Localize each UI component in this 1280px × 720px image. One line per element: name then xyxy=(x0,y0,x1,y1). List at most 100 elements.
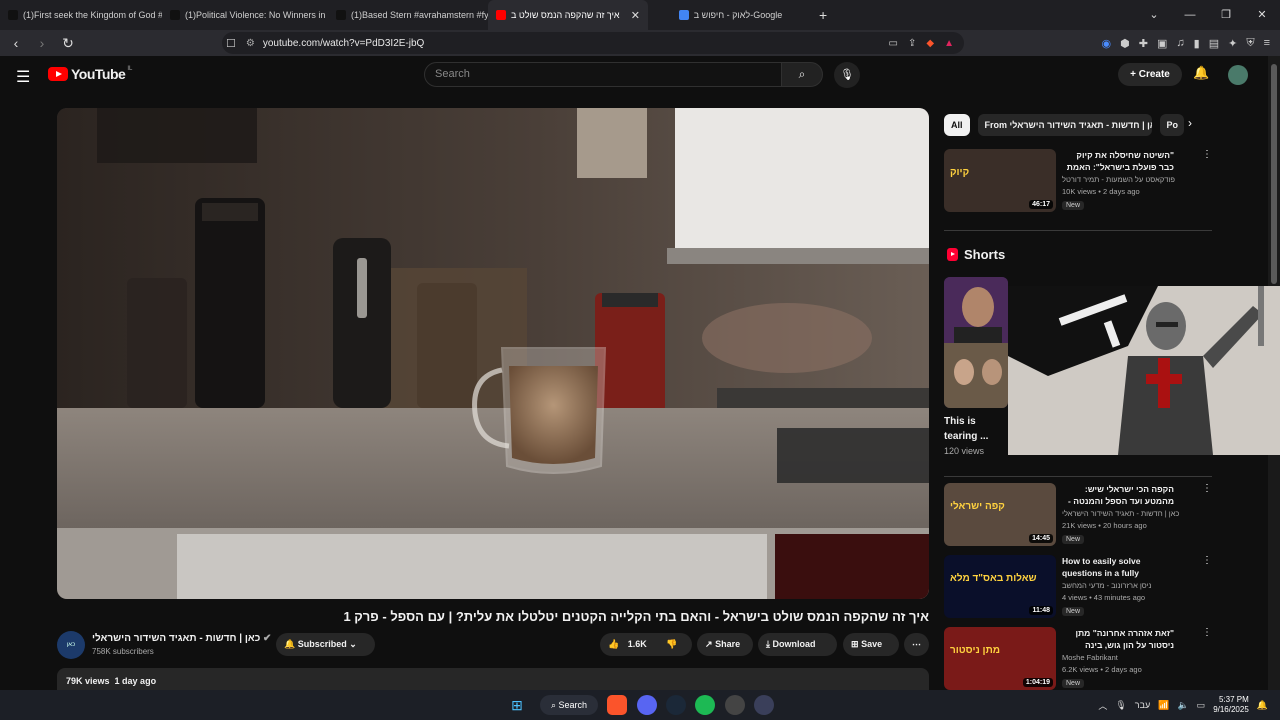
recommended-video[interactable]: שאלות באס"ד מלא 11:48 How to easily solve … xyxy=(944,555,1212,619)
reload-icon[interactable]: ↻ xyxy=(58,35,78,52)
url-text[interactable]: youtube.com/watch?v=PdD3I2E-jbQ xyxy=(263,38,424,49)
more-options-icon[interactable]: ⋮ xyxy=(1202,555,1212,566)
spotify-app-icon[interactable] xyxy=(695,695,715,715)
more-options-icon[interactable]: ⋮ xyxy=(1202,149,1212,160)
brave-app-icon[interactable] xyxy=(607,695,627,715)
thumbnail-text: קפה ישראלי xyxy=(950,501,1005,512)
notifications-bell-icon[interactable]: 🔔 xyxy=(1193,65,1209,81)
url-bar[interactable]: ☐ ⚙ youtube.com/watch?v=PdD3I2E-jbQ ▭ ⇪ … xyxy=(222,32,964,54)
short-title[interactable]: This is tearing ... xyxy=(944,414,1004,444)
youtube-logo[interactable]: YouTube IL xyxy=(48,66,132,82)
subscribed-button[interactable]: 🔔 Subscribed ⌄ xyxy=(276,633,375,656)
forward-icon[interactable]: › xyxy=(32,35,52,51)
cast-icon[interactable]: ▭ xyxy=(889,38,898,49)
channel-name[interactable]: כאן | חדשות - תאגיד השידור הישראלי ✔ xyxy=(92,633,271,644)
audio-icon[interactable]: ◉ xyxy=(1102,37,1112,50)
short-thumbnail[interactable] xyxy=(944,277,1008,408)
video-title[interactable]: "זאת אזהרה אחרונה" מתן ניסטור על הון גוש… xyxy=(1062,627,1174,651)
chevron-right-icon[interactable]: › xyxy=(1188,116,1192,130)
channel-name-text[interactable]: כאן | חדשות - תאגיד השידור הישראלי xyxy=(92,633,260,644)
notifications-icon[interactable]: 🔔 xyxy=(1257,700,1268,711)
guide-menu-icon[interactable]: ☰ xyxy=(16,67,30,87)
clock[interactable]: 5:37 PM 9/16/2025 xyxy=(1213,695,1249,715)
battery-icon[interactable]: ▭ xyxy=(1197,700,1206,711)
menu-icon[interactable]: ≡ xyxy=(1264,37,1270,49)
puzzle-icon[interactable]: ✚ xyxy=(1139,37,1148,50)
more-options-icon[interactable]: ⋮ xyxy=(1202,627,1212,638)
chip-all[interactable]: All xyxy=(944,114,970,136)
minimize-button[interactable]: — xyxy=(1172,0,1208,30)
tab-search-icon[interactable]: ⌄ xyxy=(1136,0,1172,30)
volume-icon[interactable]: 🔈 xyxy=(1177,700,1188,711)
taskbar-search[interactable]: ⌕ Search xyxy=(540,695,598,715)
sidebar-icon[interactable]: ▮ xyxy=(1194,37,1200,50)
scrollbar-thumb[interactable] xyxy=(1271,64,1277,284)
steam-app-icon[interactable] xyxy=(666,695,686,715)
account-avatar[interactable] xyxy=(1228,65,1248,85)
channel-avatar[interactable]: כאן xyxy=(57,631,85,659)
vpn-icon[interactable]: ⬢ xyxy=(1120,37,1130,50)
close-tab-icon[interactable]: ✕ xyxy=(631,9,640,22)
search-input[interactable]: Search xyxy=(424,62,782,87)
mic-icon: 🎙 xyxy=(840,69,854,81)
back-icon[interactable]: ‹ xyxy=(6,35,26,51)
more-actions-button[interactable]: ⋯ xyxy=(904,633,929,656)
chip-from-channel[interactable]: From כאן | חדשות - תאגיד השידור הישראלי xyxy=(977,114,1152,136)
chevron-up-icon[interactable]: ︿ xyxy=(1098,699,1107,712)
verified-icon: ✔ xyxy=(263,633,272,644)
video-title[interactable]: How to easily solve questions in a fully… xyxy=(1062,555,1174,579)
video-channel[interactable]: ניסן ארזרונוב - מדעי המחשב xyxy=(1062,581,1187,590)
chip-more[interactable]: Po xyxy=(1159,114,1184,136)
recommended-video[interactable]: קיוק 46:17 "השיטה שחיסלה את קיוק כבר פועלת… xyxy=(944,149,1212,213)
discord-app-icon[interactable] xyxy=(637,695,657,715)
voice-search-button[interactable]: 🎙 xyxy=(834,62,860,88)
new-tab-button[interactable]: + xyxy=(819,7,827,23)
save-button[interactable]: ⊞ Save xyxy=(843,633,899,656)
shield-icon[interactable]: ⛨ xyxy=(1246,37,1254,50)
video-thumbnail[interactable]: קיוק 46:17 xyxy=(944,149,1056,212)
video-thumbnail[interactable]: מתן ניסטור 1:04:19 xyxy=(944,627,1056,690)
video-thumbnail[interactable]: שאלות באס"ד מלא 11:48 xyxy=(944,555,1056,618)
thumbs-down-icon[interactable]: 👎 xyxy=(666,633,677,656)
download-button[interactable]: ⤓ Download xyxy=(758,633,837,656)
wifi-icon[interactable]: 📶 xyxy=(1158,700,1169,711)
video-player[interactable] xyxy=(57,108,929,599)
restore-button[interactable]: ❐ xyxy=(1208,0,1244,30)
video-channel[interactable]: פודקאסט על השמעות - תמיר דורטל xyxy=(1062,175,1187,184)
video-title[interactable]: הקפה הכי ישראלי שיש: מהמטע ועד הספל והמנ… xyxy=(1062,483,1174,507)
share-icon[interactable]: ⇪ xyxy=(908,38,916,49)
music-icon[interactable]: ♫ xyxy=(1176,37,1184,49)
mic-tray-icon[interactable]: 🎙 xyxy=(1115,700,1126,711)
ai-icon[interactable]: ✦ xyxy=(1228,37,1237,50)
video-title[interactable]: "השיטה שחיסלה את קיוק כבר פועלת בישראל":… xyxy=(1062,149,1174,173)
wallet-icon[interactable]: ▤ xyxy=(1209,37,1219,50)
hover-preview-thumbnail[interactable] xyxy=(1008,286,1280,455)
browser-tab[interactable]: לאוק - חיפוש ב-Google xyxy=(648,0,813,30)
share-button[interactable]: ↗ Share xyxy=(697,633,753,656)
browser-tab[interactable]: (1)Based Stern #avrahamstern #fyp # xyxy=(328,0,488,30)
brave-shield-icon[interactable]: ◆ xyxy=(926,38,934,49)
site-info-icon[interactable]: ⚙ xyxy=(246,38,255,49)
recommended-video[interactable]: מתן ניסטור 1:04:19 "זאת אזהרה אחרונה" מתן … xyxy=(944,627,1212,691)
video-channel[interactable]: Moshe Fabrikant xyxy=(1062,653,1187,662)
browser-tab[interactable]: איך זה שהקפה הנמס שולט ב ✕ xyxy=(488,0,648,30)
brave-rewards-icon[interactable]: ▲ xyxy=(944,38,954,49)
like-button[interactable]: 👍 1.6K 👎 xyxy=(600,633,692,656)
language-indicator[interactable]: עבר xyxy=(1135,700,1150,710)
filter-chips: All From כאן | חדשות - תאגיד השידור הישר… xyxy=(944,114,1184,136)
chrome-app-icon[interactable] xyxy=(725,695,745,715)
video-thumbnail[interactable]: קפה ישראלי 14:45 xyxy=(944,483,1056,546)
search-button[interactable]: ⌕ xyxy=(781,62,823,87)
screenshot-icon[interactable]: ▣ xyxy=(1157,37,1167,50)
start-button[interactable]: ⊞ xyxy=(507,695,527,715)
recommended-video[interactable]: קפה ישראלי 14:45 הקפה הכי ישראלי שיש: מהמט… xyxy=(944,483,1212,547)
create-button[interactable]: + Create xyxy=(1118,63,1182,86)
video-channel[interactable]: כאן | חדשות - תאגיד השידור הישראלי xyxy=(1062,509,1187,518)
browser-tab[interactable]: (1)Political Violence: No Winners in t xyxy=(162,0,328,30)
close-window-button[interactable]: ✕ xyxy=(1244,0,1280,30)
bookmark-icon[interactable]: ☐ xyxy=(226,37,236,50)
more-options-icon[interactable]: ⋮ xyxy=(1202,483,1212,494)
app-icon[interactable] xyxy=(754,695,774,715)
browser-tab[interactable]: (1)First seek the Kingdom of God #k xyxy=(0,0,162,30)
video-title: איך זה שהקפה הנמס שולט בישראל - והאם בתי… xyxy=(343,609,929,624)
